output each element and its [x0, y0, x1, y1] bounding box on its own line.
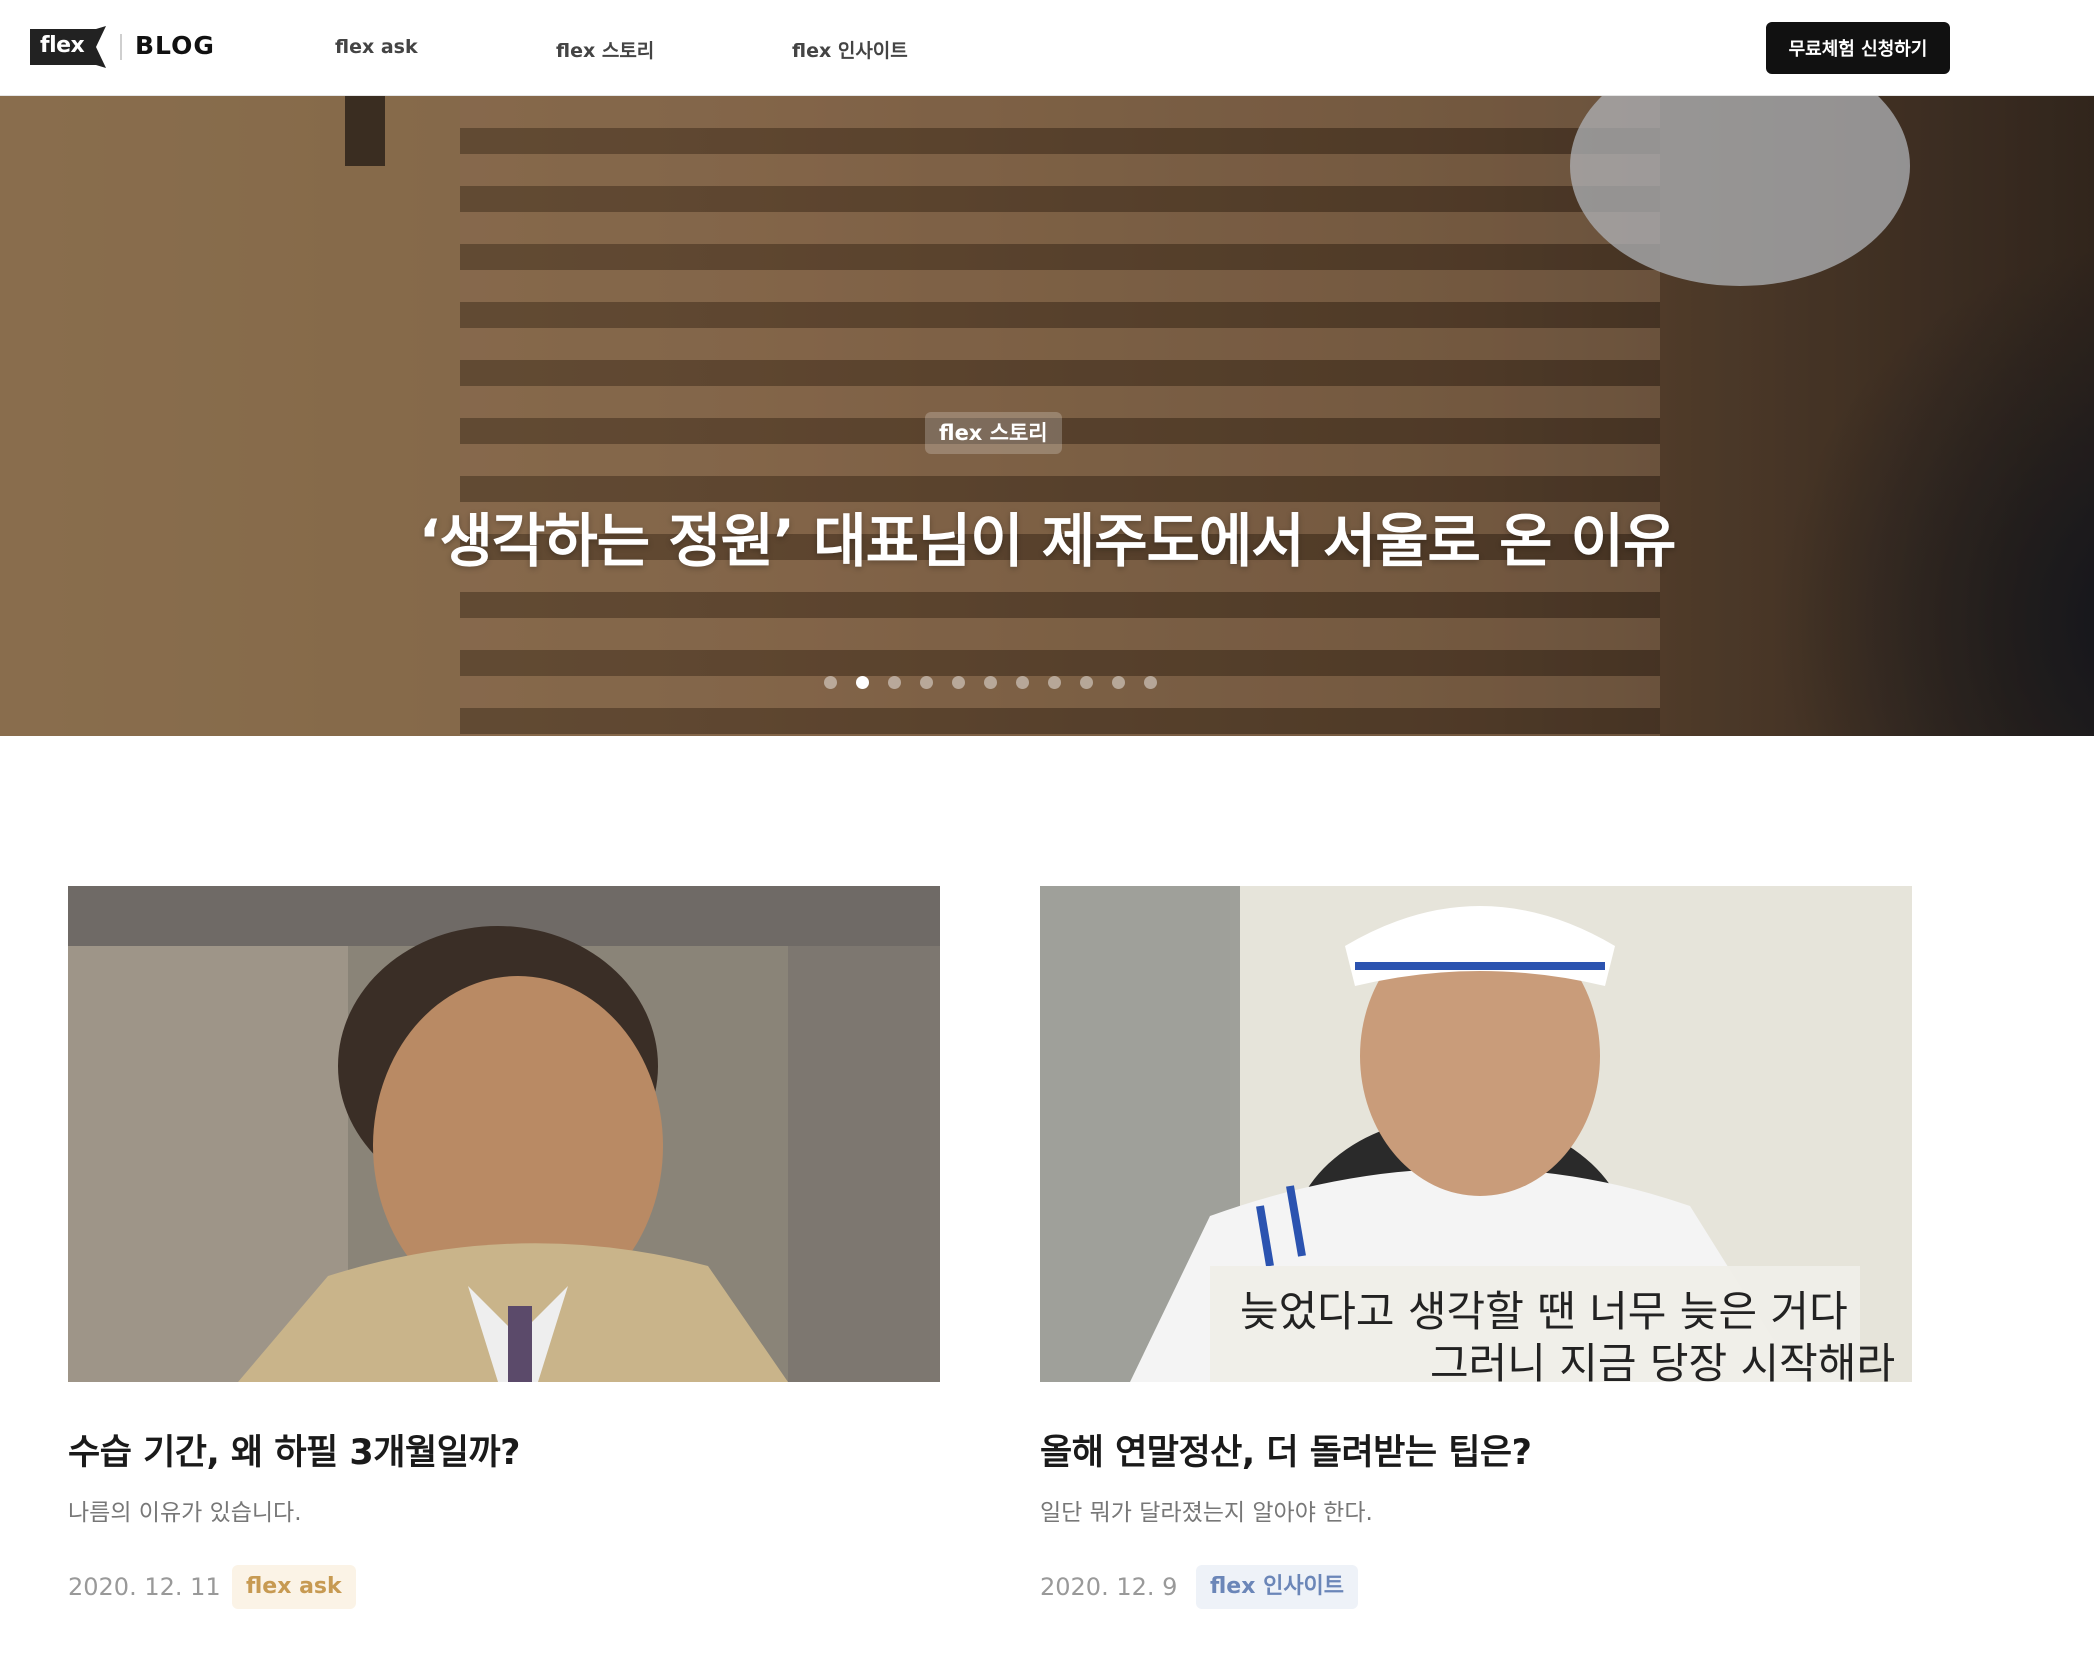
free-trial-button[interactable]: 무료체험 신청하기 — [1766, 22, 1950, 74]
post-meta: 2020. 12. 11 flex ask — [68, 1565, 940, 1609]
hero-category-badge[interactable]: flex 스토리 — [925, 412, 1062, 454]
post-card[interactable]: 수습 기간, 왜 하필 3개월일까? 나름의 이유가 있습니다. 2020. 1… — [68, 886, 940, 1609]
logo-text: flex — [40, 33, 85, 58]
post-category-tag[interactable]: flex 인사이트 — [1196, 1565, 1359, 1609]
nav-flex-story[interactable]: flex 스토리 — [556, 36, 654, 63]
nav-flex-ask[interactable]: flex ask — [335, 36, 418, 58]
post-date: 2020. 12. 9 — [1040, 1573, 1178, 1601]
thumbnail-caption-line1: 늦었다고 생각할 땐 너무 늦은 거다 — [1240, 1287, 1848, 1336]
flex-logo[interactable]: flex — [30, 26, 106, 68]
carousel-dot[interactable] — [1080, 676, 1093, 689]
nav-flex-insight[interactable]: flex 인사이트 — [792, 36, 908, 63]
carousel-dot[interactable] — [1016, 676, 1029, 689]
post-thumbnail-image[interactable]: 늦었다고 생각할 땐 너무 늦은 거다 그러니 지금 당장 시작해라 — [1040, 886, 1912, 1382]
post-subtitle: 일단 뭐가 달라졌는지 알아야 한다. — [1040, 1500, 1373, 1526]
blog-brand-link[interactable]: BLOG — [135, 31, 215, 60]
carousel-dot[interactable] — [920, 676, 933, 689]
carousel-dot[interactable] — [1144, 676, 1157, 689]
post-subtitle: 나름의 이유가 있습니다. — [68, 1500, 302, 1526]
hero-banner[interactable]: flex 스토리 ‘생각하는 정원’ 대표님이 제주도에서 서울로 온 이유 — [0, 96, 2094, 736]
site-header: flex BLOG flex ask flex 스토리 flex 인사이트 무료… — [0, 0, 2094, 96]
carousel-dot[interactable] — [1112, 676, 1125, 689]
post-meta: 2020. 12. 9 flex 인사이트 — [1040, 1565, 1912, 1609]
post-title[interactable]: 수습 기간, 왜 하필 3개월일까? — [68, 1424, 940, 1475]
carousel-dot[interactable] — [1048, 676, 1061, 689]
thumbnail-caption-line2: 그러니 지금 당장 시작해라 — [1430, 1339, 1895, 1382]
carousel-dot[interactable] — [824, 676, 837, 689]
post-title[interactable]: 올해 연말정산, 더 돌려받는 팁은? — [1040, 1424, 1912, 1475]
post-card[interactable]: 늦었다고 생각할 땐 너무 늦은 거다 그러니 지금 당장 시작해라 올해 연말… — [1040, 886, 1912, 1609]
logo-divider — [120, 34, 122, 60]
carousel-dot[interactable] — [952, 676, 965, 689]
hero-title[interactable]: ‘생각하는 정원’ 대표님이 제주도에서 서울로 온 이유 — [0, 494, 2094, 578]
post-thumbnail-image[interactable] — [68, 886, 940, 1382]
carousel-dot[interactable] — [888, 676, 901, 689]
post-date: 2020. 12. 11 — [68, 1573, 221, 1601]
post-category-tag[interactable]: flex ask — [232, 1565, 356, 1609]
carousel-dot[interactable] — [856, 676, 869, 689]
carousel-dot[interactable] — [984, 676, 997, 689]
